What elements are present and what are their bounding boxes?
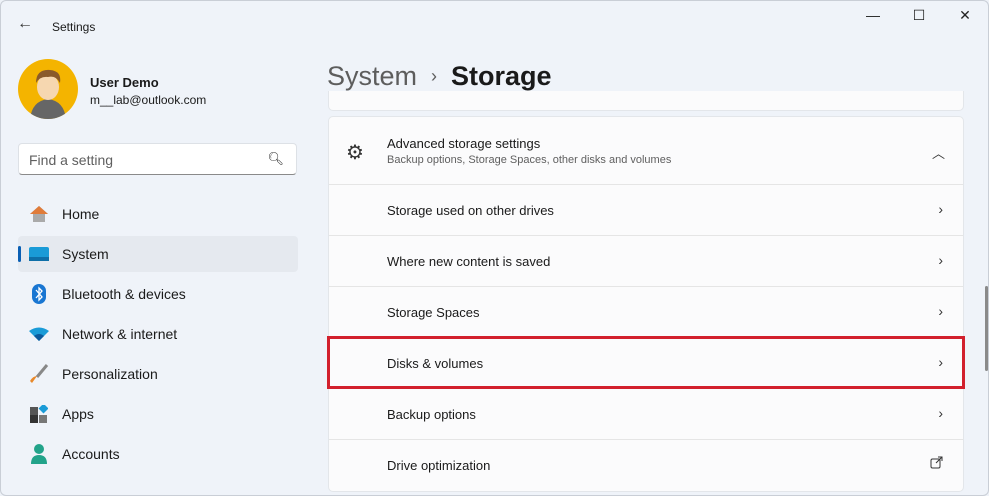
brush-icon [28, 364, 50, 384]
sidebar-item-label: Network & internet [62, 326, 178, 342]
where-new-content-is-saved-row[interactable]: Where new content is saved › [329, 236, 963, 287]
backup-options-row[interactable]: Backup options › [329, 389, 963, 440]
sidebar-item-apps[interactable]: Apps [18, 396, 298, 432]
page-title: Storage [451, 61, 552, 91]
storage-spaces-row[interactable]: Storage Spaces › [329, 287, 963, 338]
row-label: Disks & volumes [387, 355, 484, 371]
breadcrumb-separator-icon: › [431, 66, 438, 86]
user-email: m__lab@outlook.com [90, 93, 207, 107]
sidebar-item-personalization[interactable]: Personalization [18, 356, 298, 392]
system-icon [28, 244, 50, 264]
sidebar-nav: Home System Bluetooth & devices Network … [18, 196, 298, 476]
apps-icon [28, 404, 50, 424]
storage-used-on-other-drives-row[interactable]: Storage used on other drives › [329, 185, 963, 236]
sidebar-item-label: Apps [62, 406, 94, 422]
row-label: Drive optimization [387, 458, 491, 473]
scrollbar[interactable] [985, 286, 988, 371]
chevron-right-icon: › [938, 405, 943, 421]
chevron-right-icon: › [938, 201, 943, 217]
advanced-storage-settings-card: ⚙ Advanced storage settings Backup optio… [328, 116, 964, 492]
maximize-button[interactable]: ☐ [896, 7, 942, 31]
close-button[interactable]: ✕ [942, 7, 988, 31]
sidebar-item-home[interactable]: Home [18, 196, 298, 232]
chevron-right-icon: › [938, 303, 943, 319]
sidebar-item-label: System [62, 246, 109, 262]
external-link-icon [930, 456, 943, 472]
sidebar-item-accounts[interactable]: Accounts [18, 436, 298, 472]
breadcrumb-parent[interactable]: System [327, 61, 417, 91]
drive-optimization-row[interactable]: Drive optimization [329, 440, 963, 491]
sidebar-item-label: Personalization [62, 366, 158, 382]
home-icon [28, 204, 50, 224]
user-name: User Demo [90, 75, 159, 90]
search-placeholder: Find a setting [29, 152, 114, 168]
disks-and-volumes-row[interactable]: Disks & volumes › [329, 338, 963, 389]
sidebar-item-label: Accounts [62, 446, 120, 462]
row-label: Storage Spaces [387, 304, 480, 320]
chevron-right-icon: › [938, 354, 943, 370]
settings-window: ← Settings — ☐ ✕ User Demo m__lab@outloo… [0, 0, 989, 496]
section-title: Advanced storage settings [387, 136, 541, 151]
section-subtitle: Backup options, Storage Spaces, other di… [387, 154, 672, 166]
wifi-icon [28, 324, 50, 344]
back-arrow-icon[interactable]: ← [17, 15, 35, 35]
bluetooth-icon [28, 284, 50, 304]
row-label: Where new content is saved [387, 253, 551, 269]
sidebar-item-system[interactable]: System [18, 236, 298, 272]
accounts-icon [28, 444, 50, 464]
search-input[interactable]: Find a setting 🔍︎ [18, 143, 297, 175]
search-icon[interactable]: 🔍︎ [267, 151, 284, 167]
sidebar-item-label: Home [62, 206, 100, 222]
app-title: Settings [52, 20, 96, 34]
chevron-right-icon: › [938, 252, 943, 268]
sidebar-item-bluetooth[interactable]: Bluetooth & devices [18, 276, 298, 312]
advanced-storage-settings-header[interactable]: ⚙ Advanced storage settings Backup optio… [329, 117, 963, 185]
chevron-up-icon[interactable]: ︿ [932, 143, 945, 162]
sidebar-item-label: Bluetooth & devices [62, 286, 186, 302]
minimize-button[interactable]: — [850, 7, 896, 31]
avatar[interactable] [18, 59, 78, 119]
row-label: Storage used on other drives [387, 202, 554, 218]
breadcrumb: System › Storage [327, 61, 552, 92]
title-bar: ← Settings — ☐ ✕ [1, 1, 988, 51]
sidebar-item-network[interactable]: Network & internet [18, 316, 298, 352]
gear-icon: ⚙ [346, 142, 364, 164]
row-label: Backup options [387, 406, 476, 422]
previous-card [328, 91, 964, 111]
